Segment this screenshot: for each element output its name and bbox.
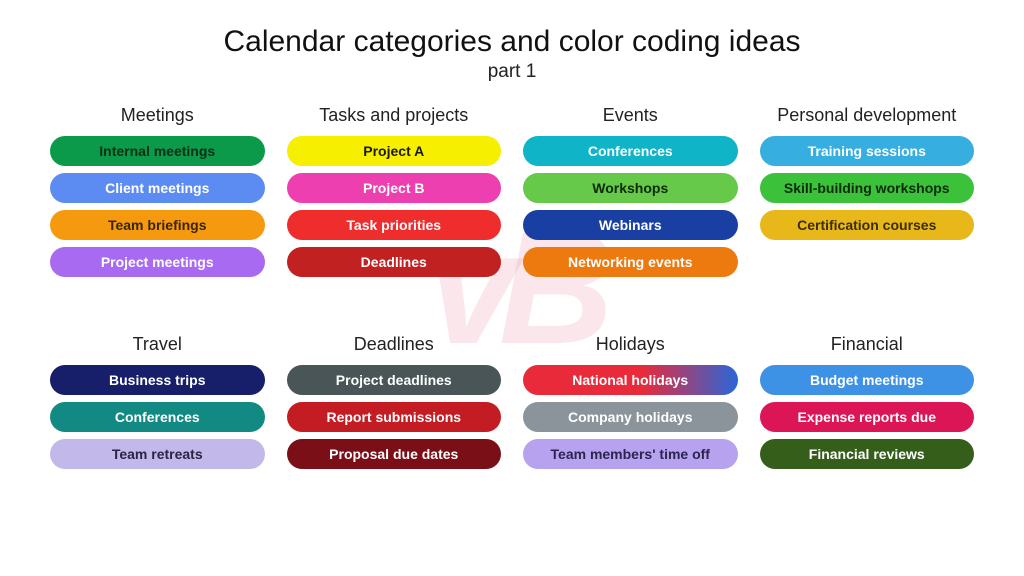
category-column: Deadlines Project deadlines Report submiss… <box>287 334 502 476</box>
category-header: Financial <box>760 334 975 355</box>
category-pill: Team retreats <box>50 439 265 469</box>
page-subtitle: part 1 <box>50 61 974 83</box>
category-pill: Company holidays <box>523 402 738 432</box>
category-header: Travel <box>50 334 265 355</box>
category-column: Financial Budget meetings Expense reports … <box>760 334 975 476</box>
category-column: Events Conferences Workshops Webinars Networ… <box>523 105 738 284</box>
category-pill: Expense reports due <box>760 402 975 432</box>
category-header: Meetings <box>50 105 265 126</box>
category-pill: Webinars <box>523 210 738 240</box>
category-column: Meetings Internal meetings Client meetings… <box>50 105 265 284</box>
category-pill: Internal meetings <box>50 136 265 166</box>
category-pill: Skill-building workshops <box>760 173 975 203</box>
category-pill: Conferences <box>50 402 265 432</box>
category-pill: Team briefings <box>50 210 265 240</box>
category-pill: Networking events <box>523 247 738 277</box>
category-pill: Project B <box>287 173 502 203</box>
category-header: Events <box>523 105 738 126</box>
category-header: Deadlines <box>287 334 502 355</box>
category-pill: Proposal due dates <box>287 439 502 469</box>
category-header: Tasks and projects <box>287 105 502 126</box>
category-pill: Deadlines <box>287 247 502 277</box>
category-column: Travel Business trips Conferences Team retr… <box>50 334 265 476</box>
category-pill: Certification courses <box>760 210 975 240</box>
category-pill: Training sessions <box>760 136 975 166</box>
category-pill: Task priorities <box>287 210 502 240</box>
category-pill: Client meetings <box>50 173 265 203</box>
category-pill: Report submissions <box>287 402 502 432</box>
category-column: Holidays National holidays Company holiday… <box>523 334 738 476</box>
category-pill: Conferences <box>523 136 738 166</box>
category-column: Personal development Training sessions Ski… <box>760 105 975 284</box>
category-pill: Financial reviews <box>760 439 975 469</box>
diagram-content: Calendar categories and color coding ide… <box>50 25 974 476</box>
category-header: Personal development <box>760 105 975 126</box>
category-header: Holidays <box>523 334 738 355</box>
category-pill: Project meetings <box>50 247 265 277</box>
category-pill: Workshops <box>523 173 738 203</box>
categories-grid: Meetings Internal meetings Client meetings… <box>50 105 974 476</box>
category-pill: Business trips <box>50 365 265 395</box>
category-pill: Budget meetings <box>760 365 975 395</box>
category-pill: Project A <box>287 136 502 166</box>
page-title: Calendar categories and color coding ide… <box>50 25 974 59</box>
category-pill: Project deadlines <box>287 365 502 395</box>
category-pill: National holidays <box>523 365 738 395</box>
category-pill: Team members' time off <box>523 439 738 469</box>
category-column: Tasks and projects Project A Project B Task… <box>287 105 502 284</box>
